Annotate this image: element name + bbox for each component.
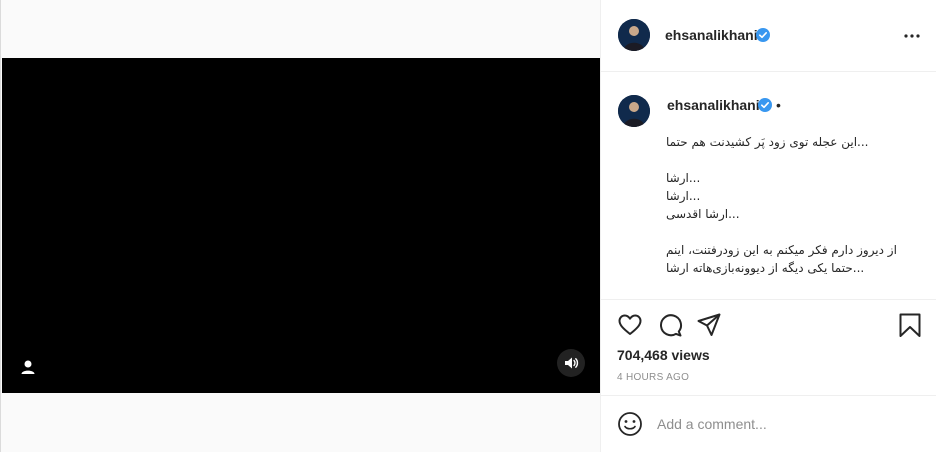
bookmark-icon[interactable] xyxy=(897,312,923,338)
verified-badge-icon xyxy=(756,28,770,42)
share-icon[interactable] xyxy=(696,312,722,338)
view-count[interactable]: 704,468 views xyxy=(617,347,710,363)
comment-input[interactable] xyxy=(657,414,917,434)
header-username[interactable]: ehsanalikhani xyxy=(665,27,758,43)
emoji-icon[interactable] xyxy=(617,411,643,437)
media-pane xyxy=(1,0,601,452)
caption-username[interactable]: ehsanalikhani xyxy=(667,97,760,113)
caption-area: ehsanalikhani • ...این عجله توی زود پَر … xyxy=(601,72,936,300)
more-options-icon[interactable] xyxy=(903,27,921,45)
action-bar: 704,468 views 4 HOURS AGO xyxy=(601,300,936,396)
timestamp[interactable]: 4 HOURS AGO xyxy=(617,372,689,383)
post-sidebar: ehsanalikhani ehsanalikhani • ...این عجل… xyxy=(600,0,936,452)
user-tag-icon[interactable] xyxy=(17,356,39,378)
comment-icon[interactable] xyxy=(657,312,683,338)
caption-dot: • xyxy=(776,97,781,113)
post-header: ehsanalikhani xyxy=(601,0,936,72)
comment-bar xyxy=(601,397,936,452)
avatar[interactable] xyxy=(618,95,650,127)
heart-icon[interactable] xyxy=(617,312,643,338)
video-player[interactable] xyxy=(2,58,601,393)
verified-badge-icon xyxy=(758,98,772,112)
caption-text: ...این عجله توی زود پَر کشیدنت هم حتما .… xyxy=(666,135,897,275)
speaker-icon[interactable] xyxy=(557,349,585,377)
avatar[interactable] xyxy=(618,19,650,51)
